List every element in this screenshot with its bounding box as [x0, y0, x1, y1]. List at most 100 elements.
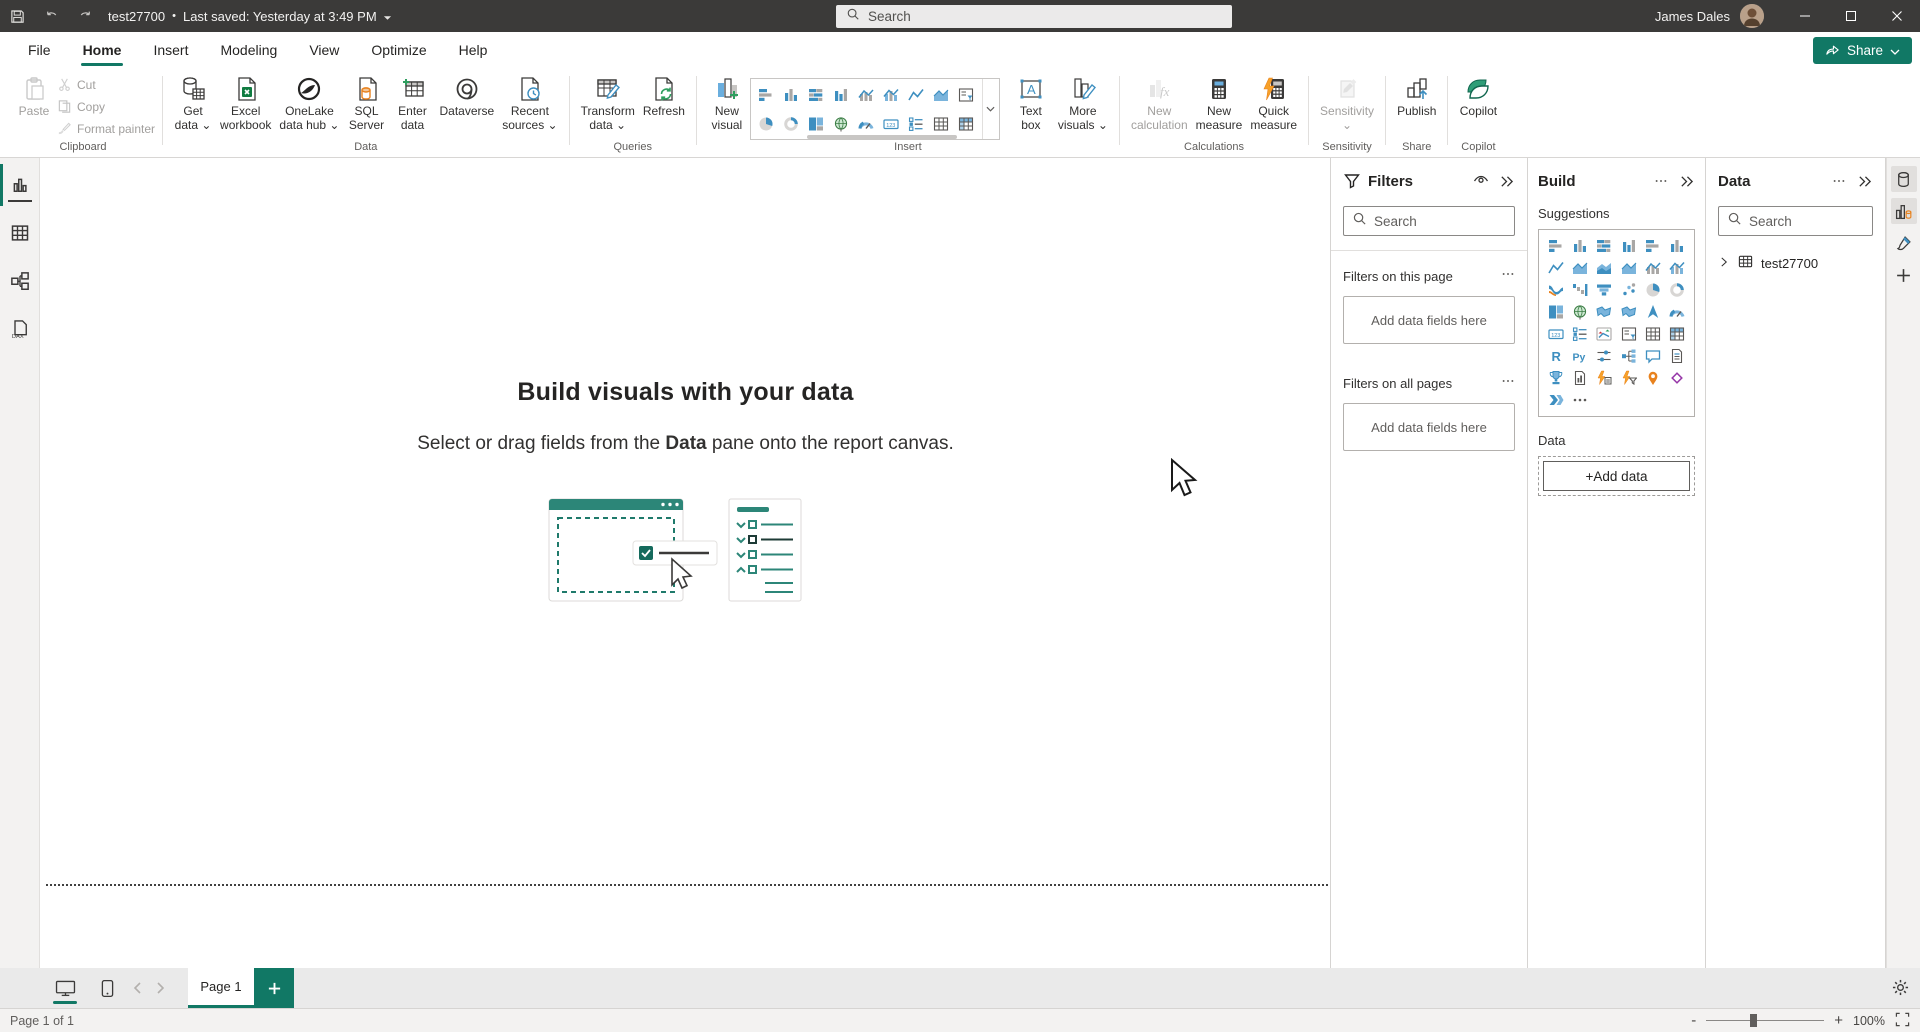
get-data-button[interactable]: Get data ⌄	[170, 73, 216, 132]
smart-narrative-icon[interactable]	[1668, 347, 1686, 365]
dynamic-slicer-icon[interactable]	[1620, 369, 1638, 387]
next-page-arrow[interactable]	[150, 968, 172, 1008]
card-icon[interactable]: 123	[882, 115, 900, 133]
metrics-icon[interactable]	[1547, 369, 1565, 387]
dataverse-button[interactable]: Dataverse	[436, 73, 499, 119]
clustered-column-chart-icon[interactable]	[832, 86, 850, 104]
add-data-button[interactable]: +Add data	[1543, 461, 1690, 491]
treemap-icon[interactable]	[1547, 303, 1565, 321]
collapse-pane-icon[interactable]	[1677, 172, 1695, 190]
zoom-slider-handle[interactable]	[1750, 1014, 1757, 1027]
filters-all-droparea[interactable]: Add data fields here	[1343, 403, 1515, 451]
sql-server-button[interactable]: SQL Server	[344, 73, 390, 132]
document-title-area[interactable]: test27700 • Last saved: Yesterday at 3:4…	[108, 9, 392, 24]
area-chart-icon[interactable]	[932, 86, 950, 104]
transform-data-button[interactable]: Transform data ⌄	[577, 73, 639, 132]
funnel-chart-icon[interactable]	[1595, 281, 1613, 299]
close-button[interactable]	[1874, 0, 1920, 32]
stacked-bar-chart-icon[interactable]	[1547, 237, 1565, 255]
filters-search-input[interactable]	[1374, 214, 1506, 229]
quick-measure-card-icon[interactable]	[1595, 369, 1613, 387]
scatter-chart-icon[interactable]	[1620, 281, 1638, 299]
matrix-icon[interactable]	[957, 115, 975, 133]
quick-measure-button[interactable]: Quick measure	[1246, 73, 1301, 132]
redo-icon[interactable]	[68, 0, 102, 32]
menu-insert[interactable]: Insert	[137, 32, 204, 68]
report-view-button[interactable]	[7, 172, 33, 198]
undo-icon[interactable]	[34, 0, 68, 32]
area-chart-icon[interactable]	[1571, 259, 1589, 277]
paginated-report-icon[interactable]	[1571, 369, 1589, 387]
pie-chart-icon[interactable]	[757, 115, 775, 133]
clustered-bar-chart-icon[interactable]	[807, 86, 825, 104]
recent-sources-button[interactable]: Recent sources ⌄	[498, 73, 561, 132]
new-measure-button[interactable]: New measure	[1192, 73, 1247, 132]
treemap-icon[interactable]	[807, 115, 825, 133]
line-and-stacked-column-chart-icon[interactable]	[857, 86, 875, 104]
menu-view[interactable]: View	[293, 32, 355, 68]
report-canvas[interactable]: Build visuals with your data Select or d…	[40, 158, 1331, 968]
onelake-data-hub-button[interactable]: OneLake data hub ⌄	[275, 73, 343, 132]
enter-data-button[interactable]: Enter data	[390, 73, 436, 132]
map-icon[interactable]	[832, 115, 850, 133]
table-view-button[interactable]	[7, 220, 33, 246]
collapse-pane-icon[interactable]	[1497, 172, 1515, 190]
new-page-button[interactable]	[254, 968, 294, 1008]
eye-icon[interactable]	[1472, 172, 1490, 190]
more-options-icon[interactable]	[1652, 172, 1670, 190]
settings-gear-icon[interactable]	[1887, 974, 1913, 1000]
minimize-button[interactable]	[1782, 0, 1828, 32]
copy-button[interactable]: Copy	[57, 97, 155, 116]
copilot-button[interactable]: Copilot	[1455, 73, 1501, 119]
donut-chart-icon[interactable]	[1668, 281, 1686, 299]
avatar[interactable]	[1740, 4, 1764, 28]
new-calculation-button[interactable]: fx New calculation	[1127, 73, 1192, 132]
more-visuals-button[interactable]: More visuals ⌄	[1054, 73, 1112, 132]
slicer-icon[interactable]	[1620, 325, 1638, 343]
menu-help[interactable]: Help	[443, 32, 504, 68]
map-icon[interactable]	[1571, 303, 1589, 321]
power-automate-icon[interactable]	[1547, 391, 1565, 409]
multi-row-card-icon[interactable]	[1571, 325, 1589, 343]
previous-page-arrow[interactable]	[126, 968, 148, 1008]
chevron-right-icon[interactable]	[1718, 256, 1730, 271]
desktop-layout-button[interactable]	[48, 968, 82, 1008]
100-stacked-bar-chart-icon[interactable]	[1644, 237, 1662, 255]
waterfall-chart-icon[interactable]	[1571, 281, 1589, 299]
menu-modeling[interactable]: Modeling	[204, 32, 293, 68]
filters-page-droparea[interactable]: Add data fields here	[1343, 296, 1515, 344]
line-chart-icon[interactable]	[907, 86, 925, 104]
menu-file[interactable]: File	[12, 32, 67, 68]
gallery-scrollbar[interactable]	[807, 135, 957, 139]
page-tab[interactable]: Page 1	[188, 968, 254, 1008]
stacked-bar-chart-icon[interactable]	[757, 86, 775, 104]
stacked-column-chart-icon[interactable]	[1571, 237, 1589, 255]
zoom-slider[interactable]	[1706, 1020, 1824, 1021]
collapse-pane-icon[interactable]	[1855, 172, 1873, 190]
sensitivity-button[interactable]: Sensitivity ⌄	[1316, 73, 1378, 132]
gallery-expand-icon[interactable]	[982, 79, 999, 139]
cut-button[interactable]: Cut	[57, 75, 155, 94]
dax-query-view-button[interactable]: DAX	[7, 316, 33, 342]
filled-map-icon[interactable]	[1595, 303, 1613, 321]
format-painter-button[interactable]: Format painter	[57, 119, 155, 138]
icon-map-icon[interactable]	[1644, 369, 1662, 387]
clustered-bar-chart-icon[interactable]	[1595, 237, 1613, 255]
line-and-clustered-column-chart-icon[interactable]	[1668, 259, 1686, 277]
matrix-icon[interactable]	[1668, 325, 1686, 343]
build-pane-switch-button[interactable]	[1891, 198, 1917, 224]
add-pane-button[interactable]	[1891, 262, 1917, 288]
data-pane-switch-button[interactable]	[1891, 166, 1917, 192]
model-view-button[interactable]	[7, 268, 33, 294]
more-visuals-icon[interactable]	[1571, 391, 1589, 409]
zoom-out-button[interactable]: -	[1691, 1013, 1696, 1028]
100-stacked-column-chart-icon[interactable]	[1668, 237, 1686, 255]
pie-chart-icon[interactable]	[1644, 281, 1662, 299]
python-visual-icon[interactable]: Py	[1571, 347, 1589, 365]
100-stacked-area-chart-icon[interactable]	[1620, 259, 1638, 277]
search-input[interactable]	[868, 9, 1222, 24]
more-options-icon[interactable]	[1501, 374, 1515, 393]
data-table-item[interactable]: test27700	[1718, 254, 1873, 272]
arcgis-map-icon[interactable]	[1668, 369, 1686, 387]
refresh-button[interactable]: Refresh	[639, 73, 689, 119]
